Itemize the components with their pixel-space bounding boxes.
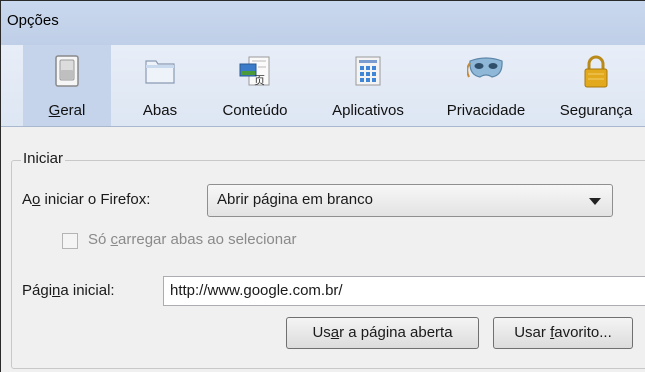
on-start-dropdown[interactable]: Abrir página em branco bbox=[207, 184, 613, 217]
options-window: Opções Geral Abas 页 Conteúdo Aplicativos… bbox=[0, 0, 645, 372]
pane-abas-label: Abas bbox=[142, 102, 178, 119]
applications-icon bbox=[352, 55, 384, 91]
switch-icon bbox=[54, 55, 80, 91]
tabs-folder-icon bbox=[144, 55, 176, 89]
on-start-value: Abrir página em branco bbox=[217, 191, 373, 208]
on-start-label: Ao iniciar o Firefox: bbox=[22, 191, 151, 208]
svg-text:页: 页 bbox=[254, 74, 265, 87]
window-title: Opções bbox=[7, 12, 59, 29]
content-document-icon: 页 bbox=[238, 55, 272, 93]
privacy-mask-icon bbox=[466, 55, 505, 87]
geral-pane-content: Iniciar Ao iniciar o Firefox: Abrir pági… bbox=[1, 128, 645, 372]
pane-conteudo-label: Conteúdo bbox=[222, 102, 288, 119]
pane-aplicativos-label: Aplicativos bbox=[332, 102, 404, 119]
security-lock-icon bbox=[582, 55, 610, 93]
pane-aplicativos[interactable]: Aplicativos bbox=[311, 45, 425, 126]
homepage-value: http://www.google.com.br/ bbox=[170, 282, 343, 299]
pane-seguranca[interactable]: Segurança bbox=[547, 45, 645, 126]
load-tabs-checkbox[interactable] bbox=[62, 233, 78, 249]
use-current-page-button[interactable]: Usar a página aberta bbox=[286, 317, 479, 349]
load-tabs-label: Só carregar abas ao selecionar bbox=[88, 231, 297, 248]
pane-privacidade[interactable]: Privacidade bbox=[431, 45, 541, 126]
use-bookmark-button[interactable]: Usar favorito... bbox=[493, 317, 633, 349]
startup-legend: Iniciar bbox=[21, 150, 66, 167]
chevron-down-icon bbox=[589, 198, 601, 205]
pane-privacidade-label: Privacidade bbox=[446, 102, 526, 119]
pane-seguranca-label: Segurança bbox=[559, 102, 633, 119]
homepage-input[interactable]: http://www.google.com.br/ bbox=[163, 276, 645, 306]
title-bar: Opções bbox=[1, 1, 645, 45]
pane-geral[interactable]: Geral bbox=[23, 45, 111, 126]
pane-abas[interactable]: Abas bbox=[119, 45, 201, 126]
pane-conteudo[interactable]: 页 Conteúdo bbox=[205, 45, 305, 126]
pane-geral-accesskey: G bbox=[48, 102, 61, 119]
preferences-toolbar: Geral Abas 页 Conteúdo Aplicativos Privac… bbox=[1, 45, 645, 127]
homepage-label: Página inicial: bbox=[22, 282, 115, 299]
pane-geral-label: eral bbox=[60, 102, 86, 119]
